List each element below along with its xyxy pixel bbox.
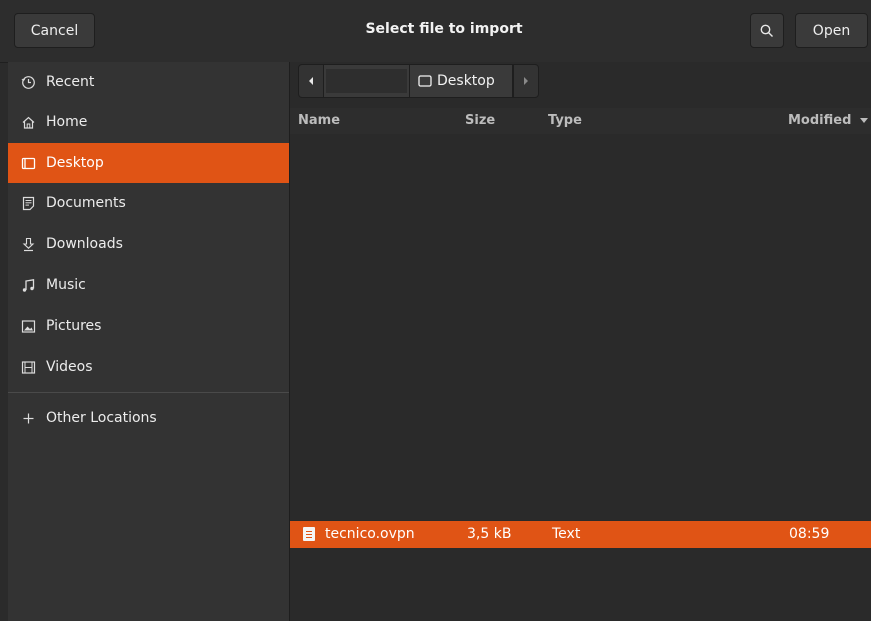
search-button[interactable] — [750, 13, 784, 48]
sidebar-item-label: Other Locations — [46, 410, 157, 426]
home-icon — [20, 114, 36, 130]
sidebar-item-label: Desktop — [46, 155, 104, 171]
chevron-right-icon — [524, 77, 528, 85]
sidebar-item-downloads[interactable]: Downloads — [8, 224, 289, 264]
sidebar-item-label: Videos — [46, 359, 93, 375]
file-row[interactable]: tecnico.ovpn 3,5 kB Text 08:59 — [290, 521, 871, 548]
text-file-icon — [303, 527, 315, 541]
sidebar-item-label: Music — [46, 277, 86, 293]
column-header: Name Size Type Modified — [290, 108, 871, 135]
cancel-button[interactable]: Cancel — [14, 13, 95, 48]
file-name: tecnico.ovpn — [325, 526, 415, 542]
chevron-left-icon — [309, 77, 313, 85]
path-back-button[interactable] — [298, 64, 324, 98]
sidebar-item-label: Pictures — [46, 318, 102, 334]
sidebar-separator — [8, 392, 289, 393]
document-icon — [20, 195, 36, 211]
path-overflow — [324, 64, 409, 98]
clock-icon — [20, 74, 36, 90]
sidebar-item-label: Recent — [46, 74, 95, 90]
sidebar-item-label: Downloads — [46, 236, 123, 252]
search-icon — [760, 24, 773, 37]
sidebar-item-home[interactable]: Home — [8, 102, 289, 142]
sidebar-item-pictures[interactable]: Pictures — [8, 306, 289, 346]
sidebar-item-documents[interactable]: Documents — [8, 183, 289, 223]
column-type[interactable]: Type — [548, 113, 582, 128]
sidebar-item-other-locations[interactable]: Other Locations — [8, 398, 289, 438]
header-bar: Cancel Select file to import Open — [0, 0, 871, 63]
open-button[interactable]: Open — [795, 13, 868, 48]
path-forward-button[interactable] — [513, 64, 539, 98]
plus-icon — [20, 410, 36, 426]
download-icon — [20, 236, 36, 252]
dialog-title: Select file to import — [365, 21, 523, 37]
video-icon — [20, 359, 36, 375]
file-type: Text — [552, 526, 581, 542]
desktop-icon — [20, 155, 36, 171]
sidebar-item-label: Documents — [46, 195, 126, 211]
column-size[interactable]: Size — [465, 113, 495, 128]
sidebar-item-desktop[interactable]: Desktop — [8, 143, 289, 183]
column-modified[interactable]: Modified — [788, 113, 851, 128]
column-name[interactable]: Name — [298, 113, 340, 128]
music-icon — [20, 277, 36, 293]
desktop-icon — [418, 75, 432, 87]
sidebar-item-music[interactable]: Music — [8, 265, 289, 305]
sidebar-item-videos[interactable]: Videos — [8, 347, 289, 387]
sort-down-icon — [860, 118, 868, 123]
picture-icon — [20, 318, 36, 334]
file-size: 3,5 kB — [467, 526, 512, 542]
path-crumb-label: Desktop — [437, 73, 495, 89]
places-sidebar: Recent Home Desktop Documents Downloads … — [8, 62, 290, 621]
path-crumb-desktop[interactable]: Desktop — [409, 64, 513, 98]
file-modified: 08:59 — [789, 526, 830, 542]
sidebar-item-recent[interactable]: Recent — [8, 62, 289, 102]
sidebar-item-label: Home — [46, 114, 88, 130]
